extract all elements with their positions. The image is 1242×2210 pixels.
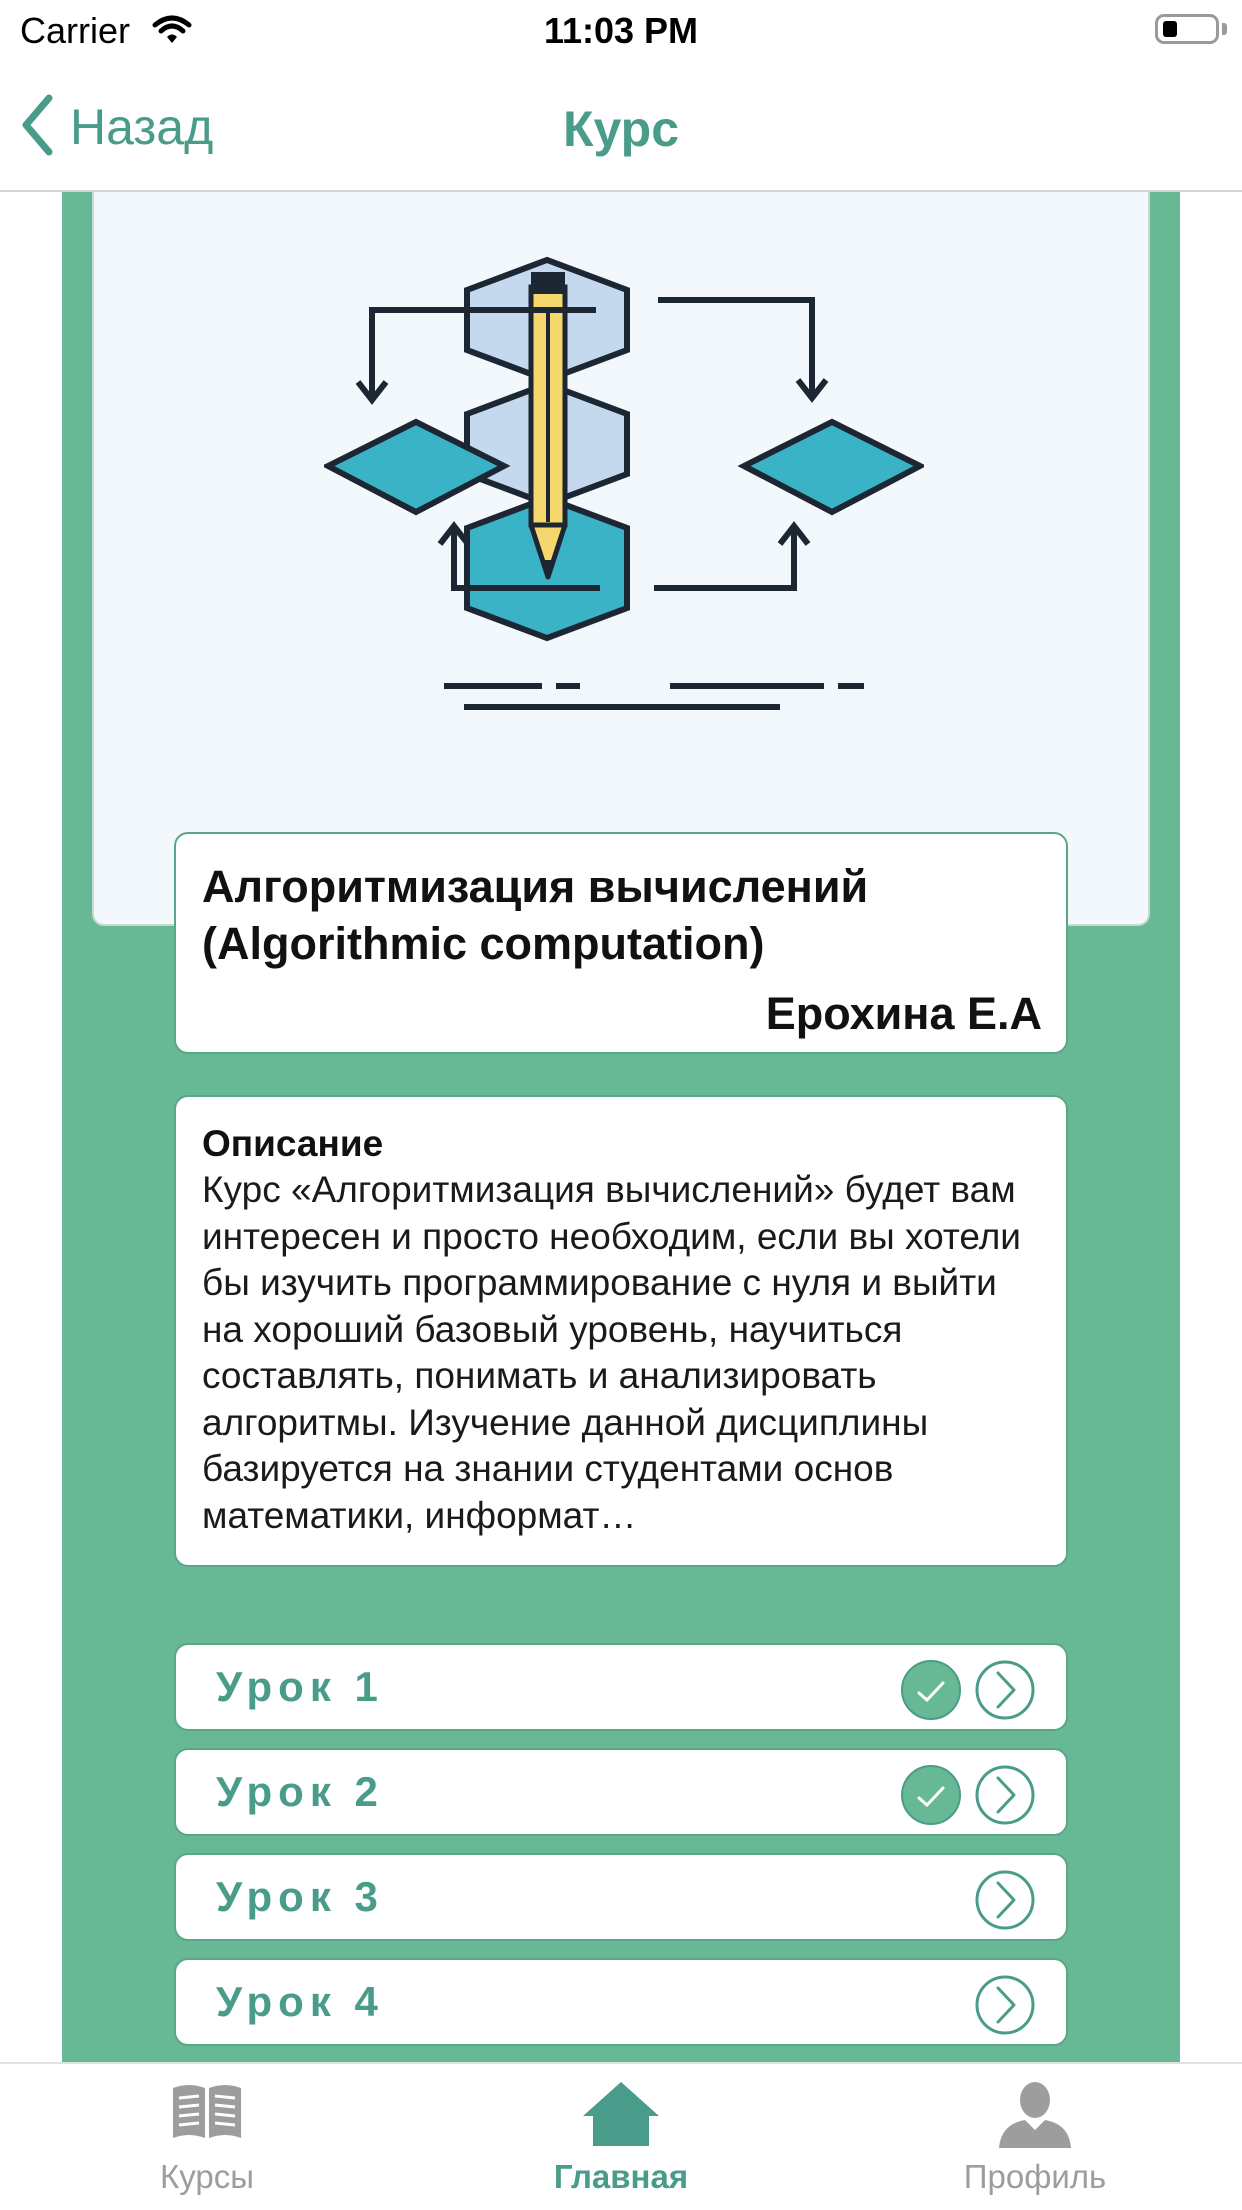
course-image-card xyxy=(92,192,1150,926)
description-heading: Описание xyxy=(202,1123,384,1164)
algorithm-illustration xyxy=(324,256,924,710)
course-title-card: Алгоритмизация вычислений (Algorithmic c… xyxy=(174,832,1068,1054)
course-author: Ерохина Е.А xyxy=(765,988,1042,1039)
person-icon xyxy=(828,2080,1242,2148)
chevron-right-circle-icon[interactable] xyxy=(974,1659,1036,1726)
lesson-row[interactable]: Урок 1 xyxy=(174,1643,1068,1731)
checkmark-icon xyxy=(900,1659,962,1726)
tab-profile-label: Профиль xyxy=(963,2158,1107,2195)
lesson-row[interactable]: Урок 2 xyxy=(174,1748,1068,1836)
tab-bar: Курсы Главная Профиль xyxy=(0,2062,1242,2208)
page-title: Курс xyxy=(562,101,679,157)
chevron-right-circle-icon[interactable] xyxy=(974,1869,1036,1936)
course-content[interactable]: Алгоритмизация вычислений (Algorithmic c… xyxy=(62,192,1180,2062)
lesson-row[interactable]: Урок 3 xyxy=(174,1853,1068,1941)
battery-icon xyxy=(1155,14,1219,44)
lesson-label: Урок 1 xyxy=(216,1663,384,1710)
tab-home[interactable]: Главная xyxy=(414,2064,828,2210)
status-bar: Carrier 11:03 PM xyxy=(0,0,1242,62)
home-icon xyxy=(414,2080,828,2146)
tab-profile[interactable]: Профиль xyxy=(828,2064,1242,2210)
chevron-right-circle-icon[interactable] xyxy=(974,1764,1036,1831)
checkmark-icon xyxy=(900,1764,962,1831)
lesson-label: Урок 3 xyxy=(216,1873,384,1920)
tab-courses-label: Курсы xyxy=(160,2158,254,2195)
battery-nub xyxy=(1222,23,1227,35)
chevron-right-circle-icon[interactable] xyxy=(974,1974,1036,2041)
description-card: Описание Курс «Алгоритмизация вычислений… xyxy=(174,1095,1068,1567)
navigation-bar: Назад Курс xyxy=(0,62,1242,192)
tab-courses[interactable]: Курсы xyxy=(0,2064,414,2210)
lesson-label: Урок 4 xyxy=(216,1978,384,2025)
lesson-label: Урок 2 xyxy=(216,1768,384,1815)
clock: 11:03 PM xyxy=(543,10,699,51)
book-icon xyxy=(0,2080,414,2142)
description-text: Курс «Алгоритмизация вычислений» будет в… xyxy=(202,1169,1021,1536)
lesson-row[interactable]: Урок 4 xyxy=(174,1958,1068,2046)
tab-home-label: Главная xyxy=(553,2158,689,2195)
course-title: Алгоритмизация вычислений xyxy=(202,861,869,912)
course-subtitle: (Algorithmic computation) xyxy=(202,918,765,969)
